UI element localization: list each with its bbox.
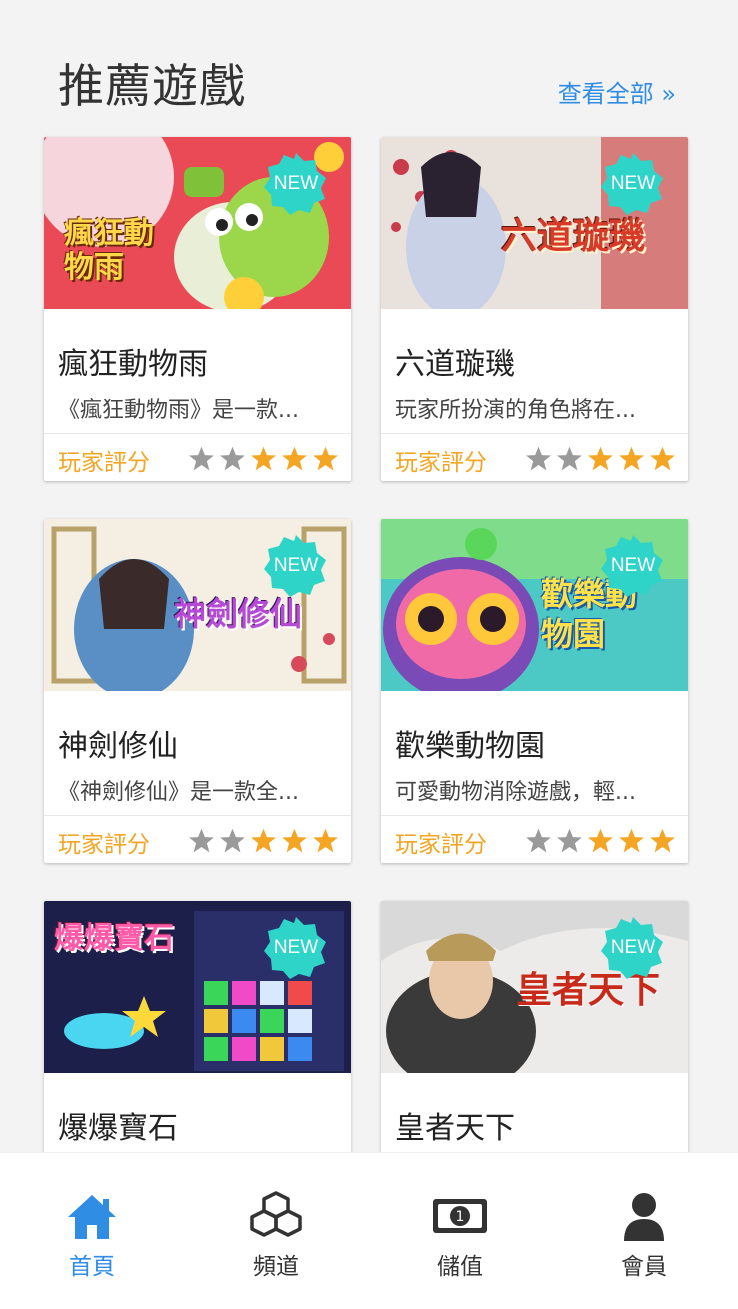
star-filled-icon — [251, 828, 276, 853]
star-filled-icon — [650, 446, 675, 471]
star-filled-icon — [650, 828, 675, 853]
game-name: 六道璇璣 — [395, 347, 515, 382]
rating-stars — [525, 827, 676, 854]
divider — [44, 433, 351, 434]
new-badge: NEW — [600, 915, 666, 981]
star-empty-icon — [557, 446, 582, 471]
tab-home[interactable]: 首頁 — [0, 1153, 184, 1309]
banknote-icon: 1 — [433, 1199, 487, 1233]
new-badge: NEW — [263, 151, 329, 217]
tab-channel-label: 頻道 — [253, 1254, 299, 1280]
star-empty-icon — [189, 446, 214, 471]
star-filled-icon — [588, 446, 613, 471]
game-name: 爆爆寶石 — [58, 1111, 178, 1146]
star-filled-icon — [251, 446, 276, 471]
star-filled-icon — [313, 446, 338, 471]
rating-stars — [188, 445, 339, 472]
new-badge-label: NEW — [610, 937, 656, 958]
game-description: 《神劍修仙》是一款全... — [58, 780, 299, 805]
new-badge: NEW — [263, 915, 329, 981]
game-thumbnail: 六道璇璣 NEW — [381, 137, 688, 309]
rating-label: 玩家評分 — [395, 832, 487, 858]
game-thumbnail: 瘋狂動物雨 NEW — [44, 137, 351, 309]
star-empty-icon — [220, 828, 245, 853]
game-name: 神劍修仙 — [58, 729, 178, 764]
game-name: 瘋狂動物雨 — [58, 347, 208, 382]
rating-stars — [525, 445, 676, 472]
star-filled-icon — [588, 828, 613, 853]
game-card[interactable]: 瘋狂動物雨 NEW 瘋狂動物雨 《瘋狂動物雨》是一款... 玩家評分 — [44, 137, 351, 481]
rating-label: 玩家評分 — [58, 832, 150, 858]
header: 推薦遊戲 查看全部 » — [0, 0, 738, 130]
game-description: 玩家所扮演的角色將在... — [395, 398, 636, 423]
tab-topup[interactable]: 1 儲值 — [368, 1153, 552, 1309]
page-title: 推薦遊戲 — [58, 59, 246, 113]
star-empty-icon — [220, 446, 245, 471]
game-description: 可愛動物消除遊戲，輕... — [395, 780, 636, 805]
game-name: 歡樂動物園 — [395, 729, 545, 764]
user-icon — [624, 1193, 664, 1241]
divider — [44, 815, 351, 816]
star-empty-icon — [526, 446, 551, 471]
tab-topup-label: 儲值 — [437, 1254, 483, 1280]
divider — [381, 433, 688, 434]
home-icon — [68, 1195, 116, 1239]
rating-label: 玩家評分 — [395, 450, 487, 476]
see-all-link[interactable]: 查看全部 » — [558, 74, 676, 109]
rating-label: 玩家評分 — [58, 450, 150, 476]
game-thumbnail: 歡樂動物園 NEW — [381, 519, 688, 691]
star-filled-icon — [313, 828, 338, 853]
star-empty-icon — [526, 828, 551, 853]
tab-channel[interactable]: 頻道 — [184, 1153, 368, 1309]
game-card[interactable]: 六道璇璣 NEW 六道璇璣 玩家所扮演的角色將在... 玩家評分 — [381, 137, 688, 481]
game-thumbnail: 神劍修仙 NEW — [44, 519, 351, 691]
cubes-icon — [250, 1191, 302, 1237]
tab-home-label: 首頁 — [69, 1254, 115, 1280]
tab-member-label: 會員 — [621, 1254, 667, 1280]
new-badge-label: NEW — [610, 173, 656, 194]
game-thumbnail: 皇者天下 NEW — [381, 901, 688, 1073]
new-badge-label: NEW — [273, 173, 319, 194]
new-badge-label: NEW — [610, 555, 656, 576]
game-name: 皇者天下 — [395, 1111, 515, 1146]
new-badge-label: NEW — [273, 555, 319, 576]
svg-text:1: 1 — [456, 1209, 465, 1225]
rating-stars — [188, 827, 339, 854]
thumbnail-title: 爆爆寶石 — [54, 921, 174, 956]
star-filled-icon — [282, 828, 307, 853]
new-badge-label: NEW — [273, 937, 319, 958]
game-card[interactable]: 神劍修仙 NEW 神劍修仙 《神劍修仙》是一款全... 玩家評分 — [44, 519, 351, 863]
star-filled-icon — [282, 446, 307, 471]
tab-member[interactable]: 會員 — [552, 1153, 736, 1309]
divider — [381, 815, 688, 816]
new-badge: NEW — [263, 533, 329, 599]
star-filled-icon — [619, 828, 644, 853]
star-empty-icon — [557, 828, 582, 853]
game-card[interactable]: 歡樂動物園 NEW 歡樂動物園 可愛動物消除遊戲，輕... 玩家評分 — [381, 519, 688, 863]
game-thumbnail: 爆爆寶石 NEW — [44, 901, 351, 1073]
game-description: 《瘋狂動物雨》是一款... — [58, 398, 299, 423]
star-filled-icon — [619, 446, 644, 471]
thumbnail-title: 瘋狂動物雨 — [64, 216, 154, 285]
new-badge: NEW — [600, 533, 666, 599]
bottom-tab-bar: 首頁 頻道 1 儲值 會員 — [0, 1152, 738, 1309]
star-empty-icon — [189, 828, 214, 853]
new-badge: NEW — [600, 151, 666, 217]
